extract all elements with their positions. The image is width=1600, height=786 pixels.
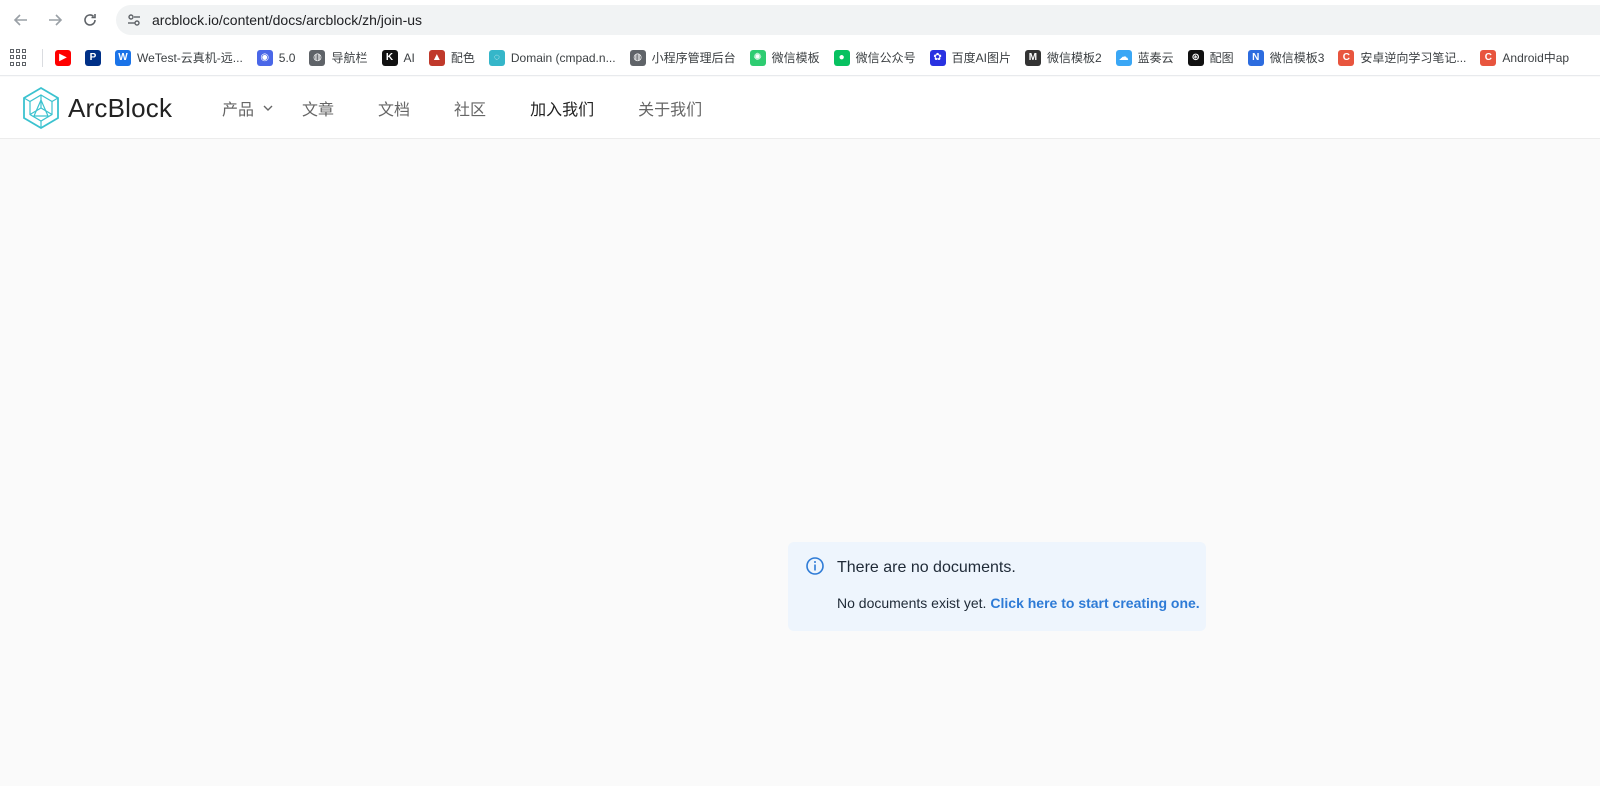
bookmark-item[interactable]: ✺ 微信模板 [749,49,820,66]
cloud-icon: ☁ [1115,49,1132,66]
globe-icon: ◍ [629,49,646,66]
globe-icon: ◍ [309,49,326,66]
bookmark-label: AI [403,50,415,65]
nav-item-5[interactable]: 关于我们 [638,96,702,120]
nav-item-label: 关于我们 [638,102,703,119]
nav-item-4[interactable]: 加入我们 [530,96,594,120]
k-icon: K [381,49,398,66]
bookmark-label: Android中ap [1502,51,1570,65]
bookmark-item[interactable]: ▶ [55,49,77,66]
bookmark-item[interactable]: ✿ 百度AI图片 [929,49,1011,66]
nav-item-label: 文档 [378,102,411,119]
browser-toolbar: arcblock.io/content/docs/arcblock/zh/joi… [0,0,1600,40]
bookmark-label: 微信公众号 [855,51,916,65]
create-document-link[interactable]: Click here to start creating one. [990,595,1199,611]
bookmark-item[interactable]: ◍ 小程序管理后台 [629,49,736,66]
bookmarks-divider [42,48,43,67]
bookmark-item[interactable]: C Android中ap [1480,49,1569,66]
bookmark-item[interactable]: W WeTest-云真机-远... [115,49,243,66]
bookmark-item[interactable]: K AI [381,49,415,66]
nav-item-label: 加入我们 [530,102,595,119]
youtube-icon: ▶ [55,49,71,66]
arcblock-logo[interactable]: ArcBlock [22,86,172,130]
bookmark-label: 微信模板3 [1269,51,1325,65]
apps-grid-icon[interactable] [10,48,28,67]
bookmark-label: 配色 [450,51,475,65]
nav-item-label: 产品 [222,102,255,119]
bookmark-label: 导航栏 [331,51,368,65]
back-icon[interactable] [10,9,32,31]
address-bar[interactable]: arcblock.io/content/docs/arcblock/zh/joi… [116,5,1600,35]
bookmark-label: 微信模板2 [1046,51,1102,65]
bookmarks-bar: ▶ P W WeTest-云真机-远... ◉ 5.0 ◍ 导航栏 K AI ▲ 配色 ◌ Domain … [0,40,1600,76]
arcblock-logo-icon [23,86,59,130]
c-icon: C [1480,49,1497,66]
url-text[interactable]: arcblock.io/content/docs/arcblock/zh/joi… [152,12,422,28]
bookmark-item[interactable]: P [85,49,107,66]
alert-message: No documents exist yet. [837,595,987,611]
domain-icon: ◌ [488,49,505,66]
bookmark-item[interactable]: ◌ Domain (cmpad.n... [488,49,616,66]
palette-icon: ▲ [428,49,445,66]
alert-body: No documents exist yet. Click here to sta… [837,595,1200,611]
bookmark-item[interactable]: ◉ 5.0 [256,49,296,66]
site-settings-icon[interactable] [120,9,148,31]
no-documents-alert: There are no documents. No documents exi… [788,542,1206,631]
sparkle-icon: ✺ [749,49,766,66]
bookmark-item[interactable]: ☁ 蓝奏云 [1115,49,1174,66]
bookmark-label: Domain (cmpad.n... [510,50,616,65]
baidu-paw-icon: ✿ [929,49,946,66]
openai-icon: ⊛ [1187,49,1204,66]
bookmark-item[interactable]: M 微信模板2 [1024,49,1102,66]
paypal-icon: P [85,49,101,66]
forward-icon[interactable] [44,9,66,31]
main-nav: 产品 文章 文档 社区 加入我们 关于我们 [222,77,746,139]
bookmark-label: 小程序管理后台 [651,51,736,65]
robot-icon: ◉ [256,49,273,66]
wetest-icon: W [115,49,131,66]
nav-item-3[interactable]: 社区 [454,96,486,120]
nav-item-0[interactable]: 产品 [222,96,274,120]
wechat-icon: ● [833,49,850,66]
bookmark-label: 蓝奏云 [1137,51,1174,65]
n-icon: N [1247,49,1264,66]
bookmark-label: 5.0 [278,50,296,65]
reload-icon[interactable] [79,9,101,31]
nav-item-1[interactable]: 文章 [302,96,334,120]
alert-title: There are no documents. [837,559,1016,576]
chevron-down-icon [262,102,274,114]
c-icon: C [1338,49,1355,66]
info-icon [806,557,824,575]
bookmark-label: 配图 [1209,51,1234,65]
bookmark-item[interactable]: ◍ 导航栏 [309,49,368,66]
bookmark-item[interactable]: N 微信模板3 [1247,49,1325,66]
bookmark-label: 百度AI图片 [951,51,1011,65]
bookmark-label: 微信模板 [771,51,820,65]
m-circle-icon: M [1024,49,1041,66]
site-header: ArcBlock 产品 文章 文档 社区 加入我们 关于我们 [0,77,1600,139]
nav-item-label: 社区 [454,102,487,119]
nav-item-2[interactable]: 文档 [378,96,410,120]
nav-item-label: 文章 [302,102,335,119]
logo-text: ArcBlock [68,92,173,123]
bookmark-item[interactable]: ▲ 配色 [428,49,475,66]
bookmark-item[interactable]: ⊛ 配图 [1187,49,1234,66]
bookmark-item[interactable]: C 安卓逆向学习笔记... [1338,49,1466,66]
bookmark-label: 安卓逆向学习笔记... [1360,51,1467,65]
bookmark-item[interactable]: ● 微信公众号 [833,49,916,66]
bookmark-list: ▶ P W WeTest-云真机-远... ◉ 5.0 ◍ 导航栏 K AI ▲ 配色 ◌ Domain … [55,49,1583,66]
bookmark-label: WeTest-云真机-远... [137,51,243,65]
